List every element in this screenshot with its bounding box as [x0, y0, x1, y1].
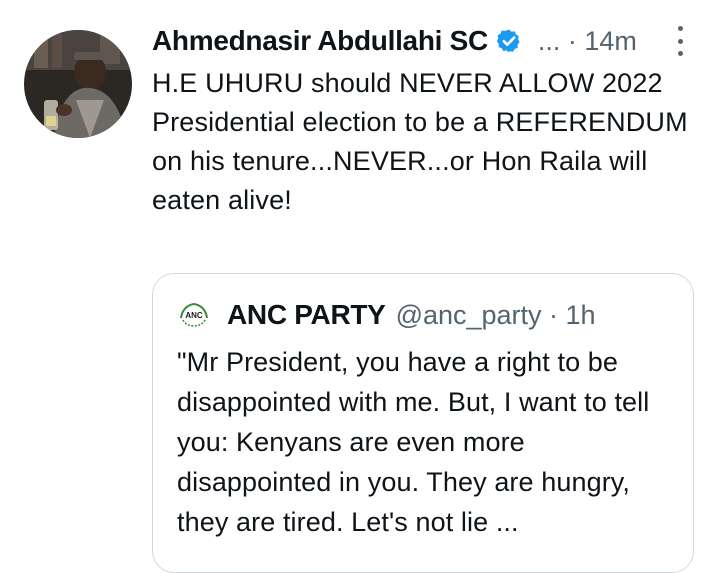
- tweet-meta[interactable]: ... · 14m: [538, 26, 637, 57]
- svg-text:ANC: ANC: [185, 311, 203, 320]
- quoted-tweet-text: "Mr President, you have a right to be di…: [177, 347, 650, 537]
- tweet-header: Ahmednasir Abdullahi SC ... · 14m: [152, 24, 637, 58]
- author-avatar[interactable]: [24, 30, 132, 138]
- quoted-author-logo[interactable]: ANC: [177, 298, 211, 332]
- tweet[interactable]: Ahmednasir Abdullahi SC ... · 14m H.E UH…: [0, 0, 718, 573]
- quoted-tweet-meta[interactable]: @anc_party · 1h: [396, 300, 596, 331]
- quoted-author-name[interactable]: ANC PARTY: [227, 299, 386, 331]
- author-name[interactable]: Ahmednasir Abdullahi SC: [152, 25, 488, 57]
- verified-badge-icon: [496, 29, 520, 53]
- quoted-tweet-header: ANC ANC PARTY @anc_party · 1h: [177, 298, 596, 332]
- tweet-text: H.E UHURU should NEVER ALLOW 2022 Presid…: [152, 68, 688, 215]
- quoted-tweet[interactable]: ANC ANC PARTY @anc_party · 1h "Mr Presid…: [152, 273, 694, 573]
- more-options-icon[interactable]: [672, 26, 688, 56]
